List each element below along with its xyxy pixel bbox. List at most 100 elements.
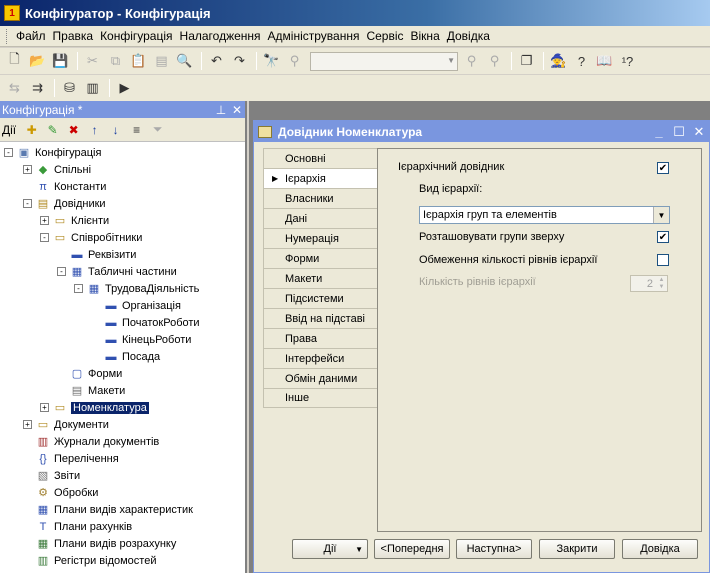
expand-icon[interactable]: + [23, 420, 32, 429]
spin-arrows-icon[interactable]: ▲ ▼ [656, 276, 667, 291]
tree-item[interactable]: ▦ Плани видів характеристик [0, 501, 245, 518]
menu-windows[interactable]: Вікна [408, 29, 443, 43]
close-icon[interactable]: ✕ [229, 103, 245, 117]
tree-item[interactable]: ▬ Посада [0, 348, 245, 365]
compare-icon[interactable]: ⇆ [4, 78, 25, 99]
tree-item[interactable]: ▧ Звіти [0, 467, 245, 484]
collapse-icon[interactable]: - [57, 267, 66, 276]
prev-button[interactable]: <Попередня [374, 539, 450, 559]
tree-item[interactable]: ▥ Регістри відомостей [0, 552, 245, 569]
hierarchy-type-select[interactable]: Ієрархія груп та елементів ▼ [419, 206, 670, 224]
find-next-icon[interactable]: ⚲ [284, 51, 305, 72]
collapse-icon[interactable]: - [4, 148, 13, 157]
tree-item[interactable]: - ▦ ТрудоваДіяльність [0, 280, 245, 297]
tab-8[interactable]: Ввід на підставі [263, 308, 378, 328]
tree-item[interactable]: - ▤ Довідники [0, 195, 245, 212]
add-icon[interactable]: ✚ [22, 119, 41, 140]
expand-icon[interactable]: + [40, 216, 49, 225]
tree-item[interactable]: + ▭ Клієнти [0, 212, 245, 229]
tree-item[interactable]: ▤ Макети [0, 382, 245, 399]
menu-help[interactable]: Довідка [444, 29, 493, 43]
print-icon[interactable]: ▤ [151, 51, 172, 72]
tree-item[interactable]: + ▭ Номенклатура [0, 399, 245, 416]
syntax-helper-icon[interactable]: 📖 [594, 51, 615, 72]
tree-item[interactable]: ▥ Журнали документів [0, 433, 245, 450]
tree-item[interactable]: ▬ ПочатокРоботи [0, 314, 245, 331]
maximize-icon[interactable]: ☐ [669, 124, 689, 140]
tab-2[interactable]: Власники [263, 188, 378, 208]
start-debug-icon[interactable]: ▶ [114, 78, 135, 99]
tab-0[interactable]: Основні [263, 148, 378, 168]
tab-12[interactable]: Інше [263, 388, 378, 408]
find-prev-icon[interactable]: ⚲ [461, 51, 482, 72]
tab-3[interactable]: Дані [263, 208, 378, 228]
save-icon[interactable]: 💾 [50, 51, 71, 72]
sort-icon[interactable]: ≡ [127, 119, 146, 140]
delete-icon[interactable]: ✖ [64, 119, 83, 140]
open-file-icon[interactable]: 📂 [27, 51, 48, 72]
tree-item[interactable]: ▢ Форми [0, 365, 245, 382]
move-down-icon[interactable]: ↓ [106, 119, 125, 140]
edit-icon[interactable]: ✎ [43, 119, 62, 140]
expand-icon[interactable]: + [23, 165, 32, 174]
tree-item[interactable]: - ▣ Конфігурація [0, 144, 245, 161]
chevron-down-icon[interactable]: ▼ [653, 207, 669, 223]
tab-5[interactable]: Форми [263, 248, 378, 268]
limit-levels-checkbox[interactable] [657, 254, 669, 266]
paste-icon[interactable]: 📋 [128, 51, 149, 72]
menu-file[interactable]: Файл [13, 29, 49, 43]
move-up-icon[interactable]: ↑ [85, 119, 104, 140]
tab-6[interactable]: Макети [263, 268, 378, 288]
tree-item[interactable]: Т Плани рахунків [0, 518, 245, 535]
collapse-icon[interactable]: - [40, 233, 49, 242]
find-next2-icon[interactable]: ⚲ [484, 51, 505, 72]
menu-configuration[interactable]: Конфігурація [97, 29, 175, 43]
tab-9[interactable]: Права [263, 328, 378, 348]
minimize-icon[interactable]: _ [649, 124, 669, 139]
filter-icon[interactable]: ⏷ [148, 119, 167, 140]
tree-item[interactable]: π Константи [0, 178, 245, 195]
wizard-icon[interactable]: 🧙 [548, 51, 569, 72]
menu-service[interactable]: Сервіс [363, 29, 406, 43]
tree-item[interactable]: + ▭ Документи [0, 416, 245, 433]
hierarchical-checkbox[interactable]: ✔ [657, 162, 669, 174]
tab-1[interactable]: Ієрархія [263, 168, 378, 188]
next-button[interactable]: Наступна> [456, 539, 532, 559]
tab-7[interactable]: Підсистеми [263, 288, 378, 308]
copy-icon[interactable]: ⧉ [105, 51, 126, 72]
collapse-icon[interactable]: - [74, 284, 83, 293]
db-config-icon[interactable]: ▥ [82, 78, 103, 99]
new-file-icon[interactable]: 🗋 [4, 51, 25, 72]
pin-icon[interactable]: ⊥ [213, 103, 229, 117]
actions-menu[interactable]: Дії [2, 123, 16, 137]
search-combo[interactable] [310, 51, 458, 71]
tree-item[interactable]: ⚙ Обробки [0, 484, 245, 501]
tree-item[interactable]: - ▭ Співробітники [0, 229, 245, 246]
tree-item[interactable]: ▬ Організація [0, 297, 245, 314]
tab-11[interactable]: Обмін даними [263, 368, 378, 388]
windows-icon[interactable]: ❐ [516, 51, 537, 72]
close-button[interactable]: Закрити [539, 539, 615, 559]
help-search-icon[interactable]: ? [571, 51, 592, 72]
menu-edit[interactable]: Правка [50, 29, 97, 43]
cut-icon[interactable]: ✂ [82, 51, 103, 72]
tree-item[interactable]: + ◆ Спільні [0, 161, 245, 178]
about-icon[interactable]: ¹? [617, 51, 638, 72]
levels-count-spinner[interactable]: 2 ▲ ▼ [630, 275, 668, 292]
tab-10[interactable]: Інтерфейси [263, 348, 378, 368]
tree-item[interactable]: ▬ Реквізити [0, 246, 245, 263]
tree-item[interactable]: ▬ КінецьРоботи [0, 331, 245, 348]
tree-item[interactable]: ▦ Плани видів розрахунку [0, 535, 245, 552]
menu-debug[interactable]: Налагодження [177, 29, 264, 43]
expand-icon[interactable]: + [40, 403, 49, 412]
merge-icon[interactable]: ⇉ [27, 78, 48, 99]
help-button[interactable]: Довідка [622, 539, 698, 559]
update-db-icon[interactable]: ⛁ [59, 78, 80, 99]
close-icon[interactable]: ✕ [689, 124, 709, 140]
actions-button[interactable]: Дії ▼ [292, 539, 368, 559]
redo-icon[interactable]: ↷ [229, 51, 250, 72]
menu-administration[interactable]: Адміністрування [265, 29, 363, 43]
find-icon[interactable]: 🔭 [261, 51, 282, 72]
print-preview-icon[interactable]: 🔍 [174, 51, 195, 72]
collapse-icon[interactable]: - [23, 199, 32, 208]
